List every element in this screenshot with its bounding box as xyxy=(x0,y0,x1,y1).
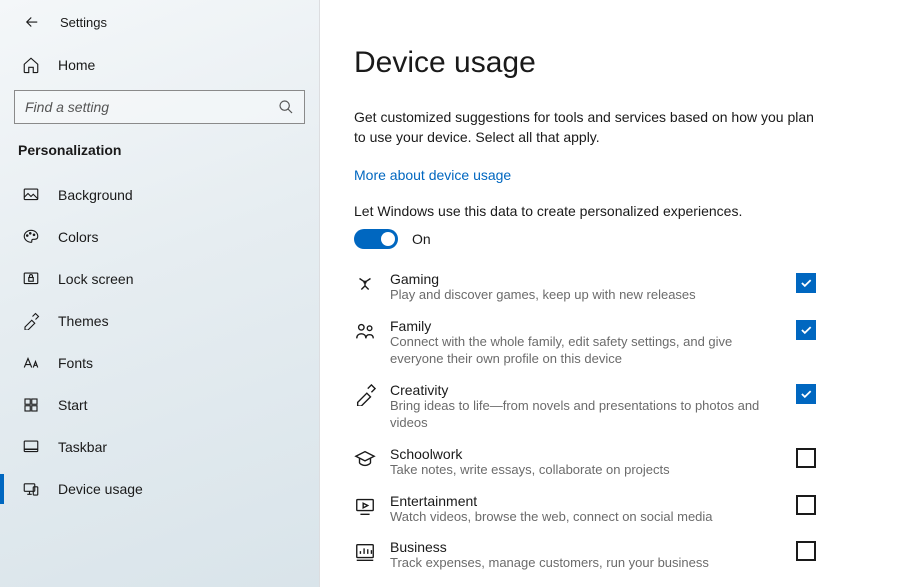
usage-item-business: BusinessTrack expenses, manage customers… xyxy=(354,539,816,572)
usage-checkbox-entertainment[interactable] xyxy=(796,495,816,515)
page-description: Get customized suggestions for tools and… xyxy=(354,108,814,147)
more-link[interactable]: More about device usage xyxy=(354,167,511,183)
usage-desc: Watch videos, browse the web, connect on… xyxy=(390,509,782,526)
usage-text: GamingPlay and discover games, keep up w… xyxy=(390,271,782,304)
usage-desc: Track expenses, manage customers, run yo… xyxy=(390,555,782,572)
usage-text: BusinessTrack expenses, manage customers… xyxy=(390,539,782,572)
usage-text: CreativityBring ideas to life—from novel… xyxy=(390,382,782,432)
sidebar-top: Settings xyxy=(0,8,319,46)
window-title: Settings xyxy=(60,15,107,30)
sidebar-item-label: Themes xyxy=(58,313,109,329)
usage-title: Entertainment xyxy=(390,493,782,509)
usage-item-family: FamilyConnect with the whole family, edi… xyxy=(354,318,816,368)
usage-desc: Bring ideas to life—from novels and pres… xyxy=(390,398,782,432)
usage-text: EntertainmentWatch videos, browse the we… xyxy=(390,493,782,526)
usage-list: GamingPlay and discover games, keep up w… xyxy=(354,271,816,572)
entertainment-icon xyxy=(354,495,376,517)
usage-item-entertainment: EntertainmentWatch videos, browse the we… xyxy=(354,493,816,526)
home-icon xyxy=(22,56,40,74)
usage-item-schoolwork: SchoolworkTake notes, write essays, coll… xyxy=(354,446,816,479)
gaming-icon xyxy=(354,273,376,295)
sidebar-item-taskbar[interactable]: Taskbar xyxy=(0,426,319,468)
sidebar-item-background[interactable]: Background xyxy=(0,174,319,216)
usage-item-gaming: GamingPlay and discover games, keep up w… xyxy=(354,271,816,304)
content: Device usage Get customized suggestions … xyxy=(320,0,916,587)
usage-text: SchoolworkTake notes, write essays, coll… xyxy=(390,446,782,479)
sidebar-item-label: Lock screen xyxy=(58,271,133,287)
sidebar-item-label: Background xyxy=(58,187,133,203)
sidebar-item-lock-screen[interactable]: Lock screen xyxy=(0,258,319,300)
search-input[interactable] xyxy=(25,99,278,115)
sidebar-item-device-usage[interactable]: Device usage xyxy=(0,468,319,510)
sidebar-item-home[interactable]: Home xyxy=(0,46,319,84)
themes-icon xyxy=(22,312,40,330)
usage-checkbox-schoolwork[interactable] xyxy=(796,448,816,468)
usage-item-creativity: CreativityBring ideas to life—from novel… xyxy=(354,382,816,432)
background-icon xyxy=(22,186,40,204)
sidebar-item-colors[interactable]: Colors xyxy=(0,216,319,258)
start-icon xyxy=(22,396,40,414)
sidebar-item-label: Fonts xyxy=(58,355,93,371)
sidebar-item-label: Home xyxy=(58,57,95,73)
usage-title: Schoolwork xyxy=(390,446,782,462)
usage-title: Business xyxy=(390,539,782,555)
business-icon xyxy=(354,541,376,563)
toggle-row: On xyxy=(354,229,882,249)
usage-checkbox-gaming[interactable] xyxy=(796,273,816,293)
usage-desc: Play and discover games, keep up with ne… xyxy=(390,287,782,304)
sidebar-item-themes[interactable]: Themes xyxy=(0,300,319,342)
schoolwork-icon xyxy=(354,448,376,470)
colors-icon xyxy=(22,228,40,246)
sidebar-item-label: Start xyxy=(58,397,88,413)
sidebar-nav-list: Background Colors Lock screen Themes Fonts St… xyxy=(0,174,319,510)
sidebar-item-start[interactable]: Start xyxy=(0,384,319,426)
subtext: Let Windows use this data to create pers… xyxy=(354,203,882,219)
family-icon xyxy=(354,320,376,342)
usage-desc: Take notes, write essays, collaborate on… xyxy=(390,462,782,479)
page-title: Device usage xyxy=(354,46,882,80)
sidebar-item-label: Device usage xyxy=(58,481,143,497)
sidebar-item-label: Colors xyxy=(58,229,98,245)
taskbar-icon xyxy=(22,438,40,456)
usage-checkbox-creativity[interactable] xyxy=(796,384,816,404)
category-label: Personalization xyxy=(0,138,319,174)
personalization-toggle[interactable] xyxy=(354,229,398,249)
search-box[interactable] xyxy=(14,90,305,124)
toggle-label: On xyxy=(412,231,431,247)
usage-checkbox-family[interactable] xyxy=(796,320,816,340)
search-icon xyxy=(278,99,294,115)
creativity-icon xyxy=(354,384,376,406)
deviceusage-icon xyxy=(22,480,40,498)
back-arrow-icon xyxy=(23,13,41,31)
sidebar-item-fonts[interactable]: Fonts xyxy=(0,342,319,384)
usage-title: Gaming xyxy=(390,271,782,287)
search-wrap xyxy=(0,84,319,138)
usage-text: FamilyConnect with the whole family, edi… xyxy=(390,318,782,368)
sidebar: Settings Home Personalization Background… xyxy=(0,0,320,587)
usage-checkbox-business[interactable] xyxy=(796,541,816,561)
usage-desc: Connect with the whole family, edit safe… xyxy=(390,334,782,368)
back-button[interactable] xyxy=(22,12,42,32)
lockscreen-icon xyxy=(22,270,40,288)
sidebar-item-label: Taskbar xyxy=(58,439,107,455)
usage-title: Creativity xyxy=(390,382,782,398)
fonts-icon xyxy=(22,354,40,372)
usage-title: Family xyxy=(390,318,782,334)
